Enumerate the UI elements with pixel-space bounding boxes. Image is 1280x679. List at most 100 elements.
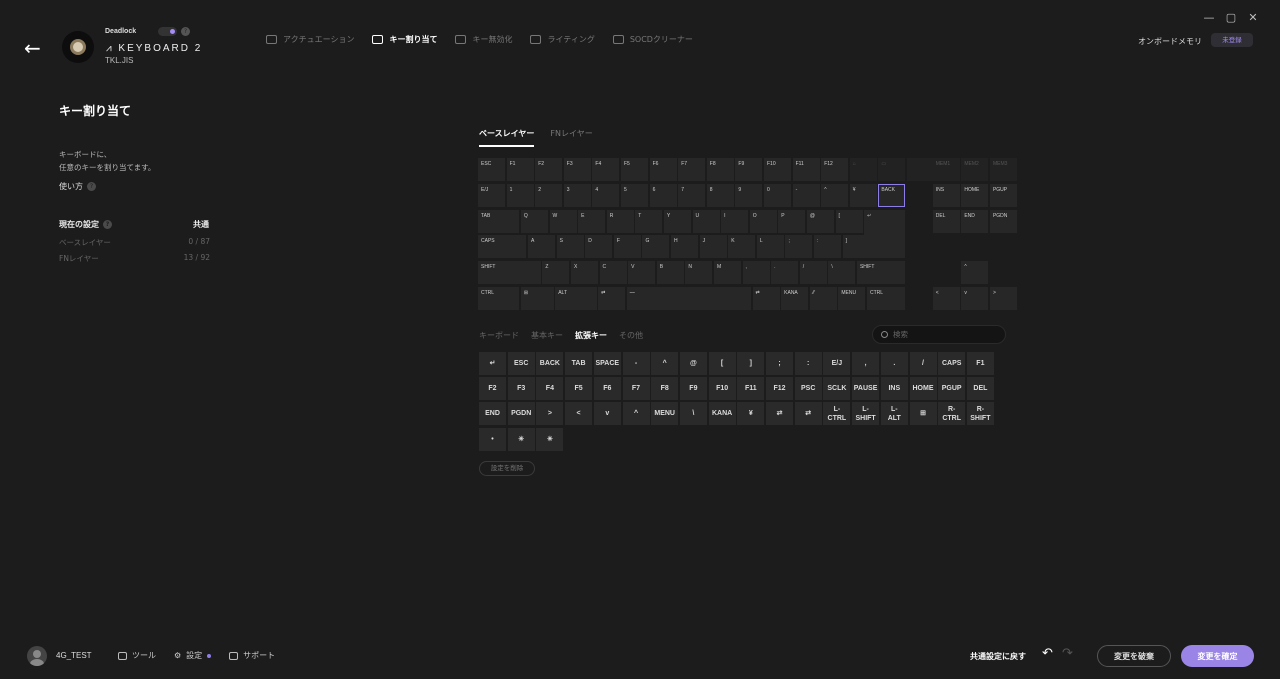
- keyboard-key[interactable]: C: [599, 261, 627, 285]
- tab-category-2[interactable]: 拡張キー: [575, 330, 607, 341]
- keyboard-key[interactable]: <: [932, 287, 960, 310]
- palette-key[interactable]: END: [479, 402, 506, 426]
- keyboard-key[interactable]: ⌂: [849, 158, 877, 181]
- keyboard-key[interactable]: 1: [506, 183, 534, 207]
- keyboard-key[interactable]: ↵: [864, 209, 906, 259]
- search-input[interactable]: [893, 330, 993, 339]
- keyboard-key[interactable]: .: [771, 261, 799, 285]
- keyboard-key[interactable]: ⇄: [752, 287, 780, 310]
- nav-item-3[interactable]: ライティング: [530, 34, 595, 45]
- keyboard-key[interactable]: Z: [542, 261, 570, 285]
- palette-key[interactable]: /: [909, 352, 937, 375]
- keyboard-key[interactable]: DEL: [932, 209, 960, 233]
- palette-key[interactable]: L- ALT: [880, 402, 908, 426]
- keyboard-key[interactable]: ALT: [555, 287, 597, 310]
- palette-key[interactable]: F9: [679, 377, 707, 401]
- palette-key[interactable]: TAB: [565, 352, 593, 375]
- palette-key[interactable]: ;: [766, 352, 793, 375]
- minimize-icon[interactable]: —: [1204, 11, 1215, 24]
- keyboard-key[interactable]: F11: [792, 158, 820, 181]
- palette-key[interactable]: ¥: [737, 402, 765, 426]
- keyboard-key[interactable]: ESC: [478, 158, 505, 181]
- palette-key[interactable]: INS: [880, 377, 908, 401]
- palette-key[interactable]: L- CTRL: [823, 402, 851, 426]
- keyboard-key[interactable]: MEM2: [961, 158, 989, 181]
- palette-key[interactable]: F8: [651, 377, 679, 401]
- keyboard-key[interactable]: v: [961, 287, 989, 310]
- palette-key[interactable]: R- CTRL: [938, 402, 966, 426]
- keyboard-key[interactable]: F12: [821, 158, 849, 181]
- tab-category-0[interactable]: キーボード: [479, 330, 519, 341]
- palette-key[interactable]: ⇄: [766, 402, 793, 426]
- palette-key[interactable]: F6: [593, 377, 621, 401]
- close-icon[interactable]: ✕: [1248, 11, 1258, 24]
- palette-key[interactable]: ]: [737, 352, 765, 375]
- confirm-changes-button[interactable]: 変更を確定: [1181, 645, 1254, 667]
- tab-category-1[interactable]: 基本キー: [531, 330, 563, 341]
- clear-settings-button[interactable]: 設定を削除: [479, 461, 535, 476]
- keyboard-key[interactable]: ⁄⁄: [809, 287, 837, 310]
- keyboard-key[interactable]: Q: [520, 209, 548, 233]
- keyboard-key[interactable]: ^: [961, 261, 989, 285]
- palette-key[interactable]: ↵: [479, 352, 506, 375]
- keyboard-key[interactable]: K: [728, 235, 756, 259]
- nav-item-0[interactable]: アクチュエーション: [266, 34, 354, 45]
- keyboard-key[interactable]: I: [721, 209, 749, 233]
- reset-common-button[interactable]: 共通設定に戻す: [970, 651, 1026, 662]
- keyboard-key[interactable]: A: [528, 235, 556, 259]
- palette-key[interactable]: ESC: [507, 352, 535, 375]
- palette-key[interactable]: ^: [651, 352, 679, 375]
- nav-item-2[interactable]: キー無効化: [455, 34, 512, 45]
- keyboard-key[interactable]: :: [814, 235, 842, 259]
- keyboard-key[interactable]: F9: [735, 158, 763, 181]
- keyboard-key[interactable]: ▭: [878, 158, 906, 181]
- keyboard-key[interactable]: U: [692, 209, 720, 233]
- palette-key[interactable]: ✳: [507, 427, 535, 451]
- discard-changes-button[interactable]: 変更を破棄: [1097, 645, 1171, 667]
- keyboard-key[interactable]: 7: [678, 183, 706, 207]
- help-icon[interactable]: ?: [181, 27, 190, 36]
- redo-icon[interactable]: ↷: [1062, 646, 1073, 661]
- palette-key[interactable]: \: [679, 402, 707, 426]
- palette-key[interactable]: @: [679, 352, 707, 375]
- keyboard-key[interactable]: ,: [742, 261, 770, 285]
- maximize-icon[interactable]: ▢: [1226, 11, 1236, 24]
- palette-key[interactable]: KANA: [708, 402, 736, 426]
- palette-key[interactable]: PAUSE: [852, 377, 880, 401]
- tools-link[interactable]: ツール: [118, 650, 156, 661]
- palette-key[interactable]: >: [536, 402, 564, 426]
- keyboard-key[interactable]: H: [671, 235, 699, 259]
- palette-key[interactable]: :: [794, 352, 822, 375]
- keyboard-key[interactable]: CTRL: [866, 287, 906, 310]
- palette-key[interactable]: ^: [622, 402, 650, 426]
- keyboard-key[interactable]: ¥: [849, 183, 877, 207]
- palette-key[interactable]: SPACE: [593, 352, 621, 375]
- keyboard-key[interactable]: [907, 158, 934, 181]
- keyboard-key[interactable]: 9: [735, 183, 763, 207]
- palette-key[interactable]: [: [708, 352, 736, 375]
- keyboard-key[interactable]: TAB: [478, 209, 520, 233]
- palette-key[interactable]: MENU: [651, 402, 679, 426]
- palette-key[interactable]: F3: [507, 377, 535, 401]
- keyboard-key[interactable]: 4: [592, 183, 620, 207]
- avatar[interactable]: [27, 646, 47, 666]
- tab-category-3[interactable]: その他: [619, 330, 643, 341]
- keyboard-key[interactable]: F4: [592, 158, 620, 181]
- keyboard-key[interactable]: HOME: [961, 183, 989, 207]
- palette-key[interactable]: .: [880, 352, 908, 375]
- nav-item-4[interactable]: SOCDクリーナー: [612, 34, 693, 45]
- keyboard-key[interactable]: O: [749, 209, 777, 233]
- keyboard-key[interactable]: ^: [821, 183, 849, 207]
- keyboard-key[interactable]: 0: [764, 183, 791, 207]
- keyboard-key[interactable]: BACK: [878, 183, 906, 207]
- palette-key[interactable]: BACK: [536, 352, 564, 375]
- tab-base-layer[interactable]: ベースレイヤー: [479, 128, 535, 147]
- keyboard-key[interactable]: V: [628, 261, 656, 285]
- keyboard-key[interactable]: MEM1: [932, 158, 960, 181]
- keyboard-key[interactable]: L: [756, 235, 784, 259]
- keyboard-key[interactable]: F10: [764, 158, 791, 181]
- palette-key[interactable]: PSC: [794, 377, 822, 401]
- onboard-status-badge[interactable]: 未登録: [1211, 33, 1253, 47]
- keyboard-key[interactable]: KANA: [781, 287, 809, 310]
- keyboard-key[interactable]: 8: [706, 183, 734, 207]
